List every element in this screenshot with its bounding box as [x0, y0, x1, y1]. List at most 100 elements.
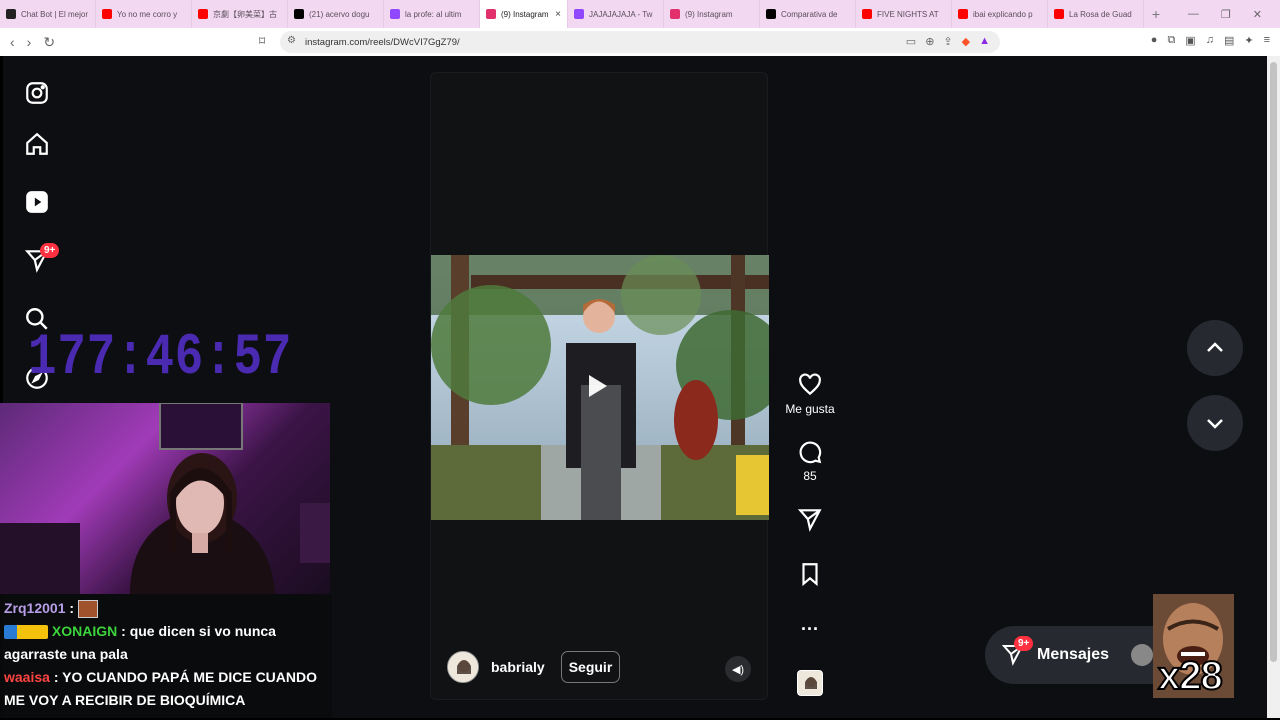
comments-count: 85 [803, 469, 817, 483]
x-icon [294, 9, 304, 19]
comment-icon [799, 441, 822, 464]
comment-button[interactable]: 85 [785, 439, 835, 483]
toolbar-extensions: ● ⧉ ▣ ♫ ▤ ✦ ≡ [1151, 34, 1270, 47]
address-bar[interactable]: ⚙ instagram.com/reels/DWcVI7GgZ79/ ▭ ⊕ ⇪… [280, 31, 1000, 53]
browser-tab-active[interactable]: (9) Instagram × [480, 0, 568, 28]
bookmark-save-icon [802, 563, 818, 587]
tab-title: 京劇【卵美菜】古 [213, 9, 277, 19]
follow-button[interactable]: Seguir [560, 651, 621, 683]
reel-author: babrialy Seguir [447, 651, 621, 683]
bookmark-icon[interactable]: ⌑ [259, 34, 265, 48]
tab-title: Yo no me corro y [117, 9, 178, 19]
browser-tab[interactable]: Comparativa de [760, 0, 856, 28]
stream-chat: Zrq12001 : XONAIGN : que dicen si vo nun… [0, 594, 332, 718]
chat-message: XONAIGN : que dicen si vo nunca agarrast… [4, 620, 328, 666]
browser-tab[interactable]: la profe: al ultim [384, 0, 480, 28]
back-icon[interactable]: ‹ [10, 34, 15, 51]
url-text[interactable]: instagram.com/reels/DWcVI7GgZ79/ [305, 37, 460, 48]
emote-icon [77, 600, 98, 619]
chat-username: Zrq12001 [4, 600, 66, 616]
next-reel-button[interactable] [1187, 395, 1243, 451]
streamer-webcam [0, 403, 330, 594]
twitch-icon [574, 9, 584, 19]
play-icon[interactable] [589, 375, 607, 397]
browser-tab[interactable]: FIVE NIGHTS AT [856, 0, 952, 28]
minimize-icon[interactable]: — [1188, 8, 1199, 20]
messages-badge: 9+ [1014, 636, 1034, 651]
youtube-icon [198, 9, 208, 19]
notifications-badge: 9+ [40, 243, 60, 258]
leo-icon[interactable]: ✦ [1244, 34, 1253, 47]
puzzle-icon[interactable]: ⧉ [1167, 34, 1175, 47]
twitch-icon [390, 9, 400, 19]
browser-tab[interactable]: Yo no me corro y [96, 0, 192, 28]
reel-video[interactable] [431, 255, 769, 520]
browser-tab[interactable]: Chat Bot | El mejor [0, 0, 96, 28]
maximize-icon[interactable]: ❐ [1221, 8, 1231, 21]
extension-icon[interactable]: ● [1151, 34, 1158, 47]
home-icon[interactable] [24, 131, 52, 159]
new-tab-button[interactable]: + [1144, 6, 1168, 22]
close-tab-icon[interactable]: × [555, 9, 561, 20]
reel-container[interactable]: babrialy Seguir ◀) [430, 72, 769, 700]
tab-title: FIVE NIGHTS AT [877, 9, 939, 19]
cast-icon[interactable]: ▭ [906, 35, 916, 48]
previous-reel-button[interactable] [1187, 320, 1243, 376]
tab-title: (9) Instagram [685, 9, 733, 19]
tab-strip: Chat Bot | El mejor Yo no me corro y 京劇【… [0, 0, 1280, 28]
instagram-logo-icon[interactable] [24, 80, 52, 108]
author-avatar[interactable] [447, 651, 479, 683]
chat-message: Zrq12001 : [4, 597, 328, 620]
reels-icon[interactable] [24, 189, 52, 217]
like-button[interactable]: Me gusta [785, 372, 835, 416]
chevron-down-icon [1207, 419, 1223, 429]
chat-username: XONAIGN [51, 623, 118, 639]
chat-separator: : [117, 623, 130, 639]
youtube-icon [862, 9, 872, 19]
wallet-icon[interactable]: ▤ [1224, 34, 1234, 47]
tab-title: Chat Bot | El mejor [21, 9, 88, 19]
tab-title: La Rosa de Guad [1069, 9, 1132, 19]
scrollbar-thumb[interactable] [1270, 62, 1277, 662]
browser-tab[interactable]: La Rosa de Guad [1048, 0, 1144, 28]
share-button[interactable] [785, 506, 835, 532]
tab-title: (21) acervo dogu [309, 9, 370, 19]
rewards-icon[interactable]: ▲ [979, 35, 990, 48]
save-button[interactable] [785, 561, 835, 587]
zoom-icon[interactable]: ⊕ [925, 35, 934, 48]
tiktok-icon [766, 9, 776, 19]
address-bar-icons: ▭ ⊕ ⇪ ◆ ▲ [906, 35, 990, 48]
chevron-up-icon [1207, 342, 1223, 352]
share-icon[interactable]: ⇪ [943, 35, 952, 48]
volume-icon[interactable]: ◀) [725, 656, 751, 682]
stream-timer: 177:46:57 [28, 326, 293, 391]
close-window-icon[interactable]: ✕ [1253, 8, 1262, 21]
tab-title: (9) Instagram [501, 9, 549, 19]
window-controls: — ❐ ✕ [1188, 0, 1280, 28]
browser-tab[interactable]: (21) acervo dogu [288, 0, 384, 28]
forward-icon[interactable]: › [27, 34, 32, 51]
reload-icon[interactable]: ↻ [43, 34, 55, 51]
site-info-icon[interactable]: ⚙ [287, 35, 296, 46]
more-options-button[interactable]: ... [785, 614, 835, 635]
chat-separator: : [49, 669, 63, 685]
chat-separator: : [65, 600, 78, 616]
browser-tab[interactable]: JAJAJAJAJA - Tw [568, 0, 664, 28]
scrollbar[interactable] [1267, 56, 1280, 718]
chat-username: waaisa [4, 669, 50, 685]
menu-icon[interactable]: ≡ [1264, 34, 1270, 47]
tab-favicon [6, 9, 16, 19]
browser-toolbar: ‹ › ↻ ⌑ ⚙ instagram.com/reels/DWcVI7GgZ7… [0, 28, 1280, 56]
browser-tab[interactable]: 京劇【卵美菜】古 [192, 0, 288, 28]
browser-tab[interactable]: (9) Instagram [664, 0, 760, 28]
author-username[interactable]: babrialy [491, 659, 545, 675]
browser-tab[interactable]: ibai explicando p [952, 0, 1048, 28]
tab-title: Comparativa de [781, 9, 838, 19]
brave-shield-icon[interactable]: ◆ [962, 35, 970, 48]
music-icon[interactable]: ♫ [1206, 34, 1214, 47]
like-label: Me gusta [785, 402, 835, 416]
screenshot-icon[interactable]: ▣ [1185, 34, 1195, 47]
messages-icon[interactable]: 9+ [24, 243, 60, 275]
tab-title: ibai explicando p [973, 9, 1033, 19]
audio-thumbnail[interactable] [797, 670, 823, 696]
